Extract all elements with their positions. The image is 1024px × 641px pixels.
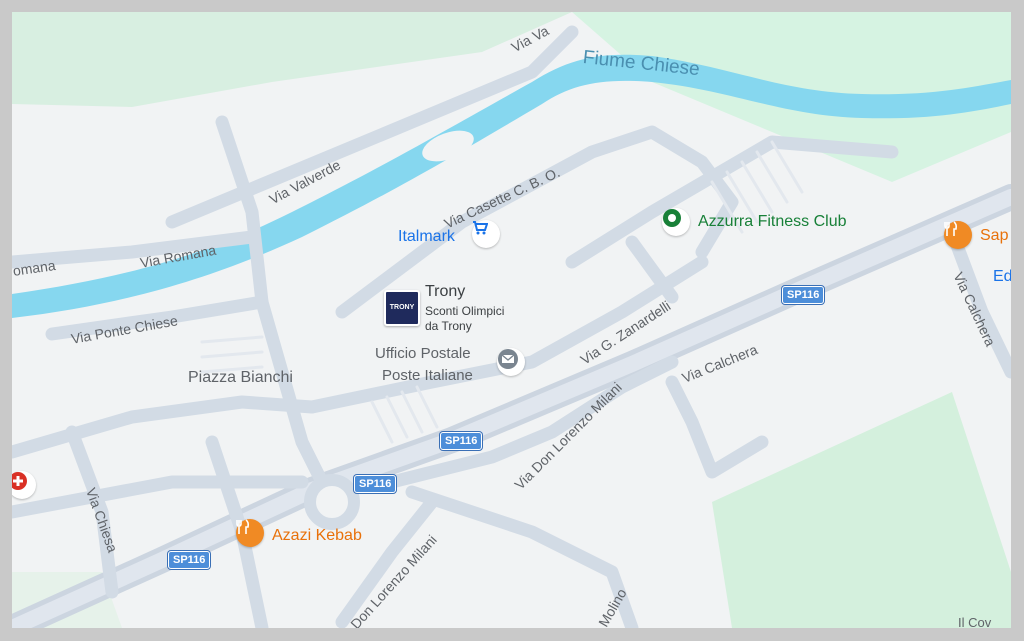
poi-ufficio-postale-line2[interactable]: Poste Italiane (382, 368, 473, 383)
route-shield-sp116: SP116 (440, 432, 483, 450)
poi-azazi-kebab-label[interactable]: Azazi Kebab (272, 528, 362, 544)
trony-logo[interactable]: TRONY (384, 290, 420, 326)
route-shield-sp116: SP116 (782, 286, 825, 304)
road-molino (405, 485, 639, 628)
poi-trony-title[interactable]: Trony (425, 284, 465, 300)
road-calchera (665, 375, 769, 479)
place-piazza-bianchi[interactable]: Piazza Bianchi (188, 370, 293, 386)
poi-italmark-label[interactable]: Italmark (398, 229, 455, 245)
road-left-grid (12, 395, 319, 459)
poi-sap-pin[interactable] (944, 221, 972, 249)
poi-trony-subtitle-1: Sconti Olimpici (425, 304, 505, 318)
poi-trony-subtitle-2: da Trony (425, 319, 472, 333)
poi-italmark-pin[interactable] (472, 220, 500, 248)
road-calchera-right (945, 225, 1011, 379)
route-shield-sp116: SP116 (168, 551, 211, 569)
roundabout (304, 474, 360, 530)
park-area-bottom-right (712, 392, 1011, 628)
route-shield-sp116: SP116 (354, 475, 397, 493)
poi-sap-label[interactable]: Sap (980, 228, 1008, 244)
poi-ed-label[interactable]: Ed (993, 269, 1011, 285)
poi-ufficio-postale-line1[interactable]: Ufficio Postale (375, 346, 471, 361)
map-view[interactable]: Via Va Via Valverde Via Casette C. B. O.… (12, 12, 1011, 628)
poi-azzurra-pin[interactable] (662, 208, 690, 236)
poi-ufficio-postale-pin[interactable] (497, 348, 525, 376)
poi-azzurra-label[interactable]: Azzurra Fitness Club (698, 214, 847, 230)
poi-azazi-kebab-pin[interactable] (236, 519, 264, 547)
road-label-il-cov: Il Cov (958, 615, 992, 628)
